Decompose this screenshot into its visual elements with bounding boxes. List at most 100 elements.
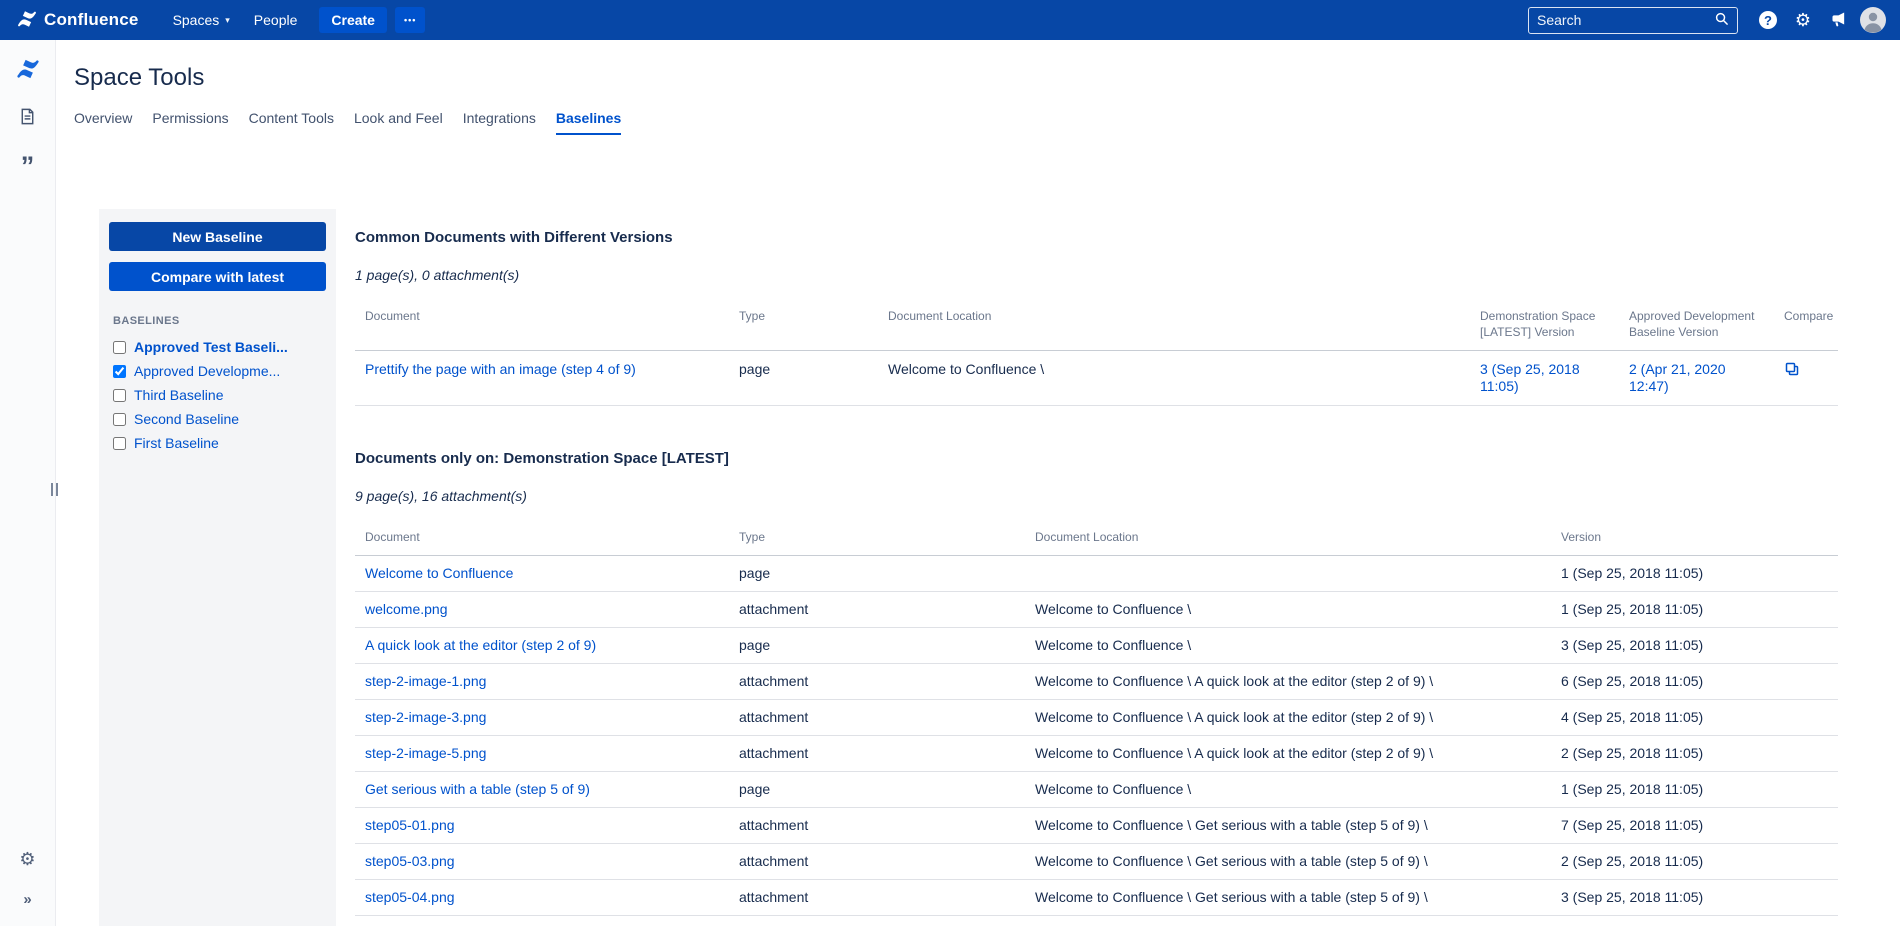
document-link[interactable]: step05-03.png: [365, 853, 455, 869]
version-cell: 2 (Sep 25, 2018 11:05): [1551, 843, 1838, 880]
document-cell: step-2-image-5.png: [355, 735, 729, 772]
baseline-item[interactable]: Third Baseline: [109, 383, 326, 407]
baseline-label[interactable]: Approved Developme...: [134, 363, 280, 379]
document-link[interactable]: Get serious with a table (step 5 of 9): [365, 781, 590, 797]
table-row: step05-03.png attachment Welcome to Conf…: [355, 843, 1838, 880]
only-section-summary: 9 page(s), 16 attachment(s): [355, 488, 527, 504]
more-button[interactable]: •••: [394, 7, 426, 33]
type-cell: attachment: [729, 879, 1025, 916]
tab[interactable]: Overview: [74, 110, 132, 135]
baseline-checkbox[interactable]: [113, 436, 126, 450]
document-cell: A quick look at the editor (step 2 of 9): [355, 627, 729, 664]
latest-version-cell: 3 (Sep 25, 2018 11:05): [1470, 350, 1619, 406]
only-documents-table: Document Type Document Location Version …: [355, 529, 1838, 916]
document-link[interactable]: welcome.png: [365, 601, 448, 617]
document-link[interactable]: step05-01.png: [365, 817, 455, 833]
baseline-checkbox[interactable]: [113, 340, 126, 354]
version-cell: 7 (Sep 25, 2018 11:05): [1551, 807, 1838, 844]
tab[interactable]: Permissions: [152, 110, 228, 135]
baseline-label[interactable]: First Baseline: [134, 435, 219, 451]
search-input[interactable]: [1537, 12, 1714, 28]
type-cell: attachment: [729, 591, 1025, 628]
document-link[interactable]: step-2-image-5.png: [365, 745, 486, 761]
page-title: Space Tools: [74, 64, 205, 91]
document-link[interactable]: Prettify the page with an image (step 4 …: [365, 361, 636, 377]
column-header-type: Type: [729, 529, 1025, 556]
document-link[interactable]: step-2-image-3.png: [365, 709, 486, 725]
location-cell: Welcome to Confluence \ Get serious with…: [1025, 807, 1551, 844]
baseline-checkbox[interactable]: [113, 412, 126, 426]
baseline-label[interactable]: Second Baseline: [134, 411, 239, 427]
search-box[interactable]: [1528, 6, 1738, 34]
document-link[interactable]: step-2-image-1.png: [365, 673, 486, 689]
table-header-row: Document Type Document Location Demonstr…: [355, 308, 1838, 351]
version-cell: 4 (Sep 25, 2018 11:05): [1551, 699, 1838, 736]
type-cell: attachment: [729, 663, 1025, 700]
baselines-panel: New Baseline Compare with latest BASELIN…: [99, 209, 336, 926]
common-documents-section: Common Documents with Different Versions…: [355, 229, 1838, 406]
table-row: Prettify the page with an image (step 4 …: [355, 350, 1838, 406]
confluence-home-link[interactable]: Confluence: [16, 8, 139, 33]
common-section-summary: 1 page(s), 0 attachment(s): [355, 267, 520, 283]
document-cell: step-2-image-1.png: [355, 663, 729, 700]
baseline-checkbox[interactable]: [113, 364, 126, 378]
type-cell: page: [729, 350, 878, 406]
baseline-item[interactable]: First Baseline: [109, 431, 326, 455]
baseline-version-link[interactable]: 2 (Apr 21, 2020 12:47): [1629, 361, 1726, 394]
location-cell: Welcome to Confluence \: [1025, 591, 1551, 628]
compare-with-latest-button[interactable]: Compare with latest: [109, 262, 326, 291]
settings-button[interactable]: ⚙: [1790, 7, 1816, 33]
new-baseline-button[interactable]: New Baseline: [109, 222, 326, 251]
location-cell: [1025, 555, 1551, 592]
column-header-location: Document Location: [1025, 529, 1551, 556]
document-link[interactable]: step05-04.png: [365, 889, 455, 905]
main-content: Space Tools Overview Permissions Content…: [56, 40, 1900, 926]
space-settings-gear-icon[interactable]: ⚙: [13, 844, 43, 874]
help-button[interactable]: ?: [1755, 7, 1781, 33]
nav-people[interactable]: People: [242, 0, 310, 40]
table-row: A quick look at the editor (step 2 of 9)…: [355, 627, 1838, 664]
document-cell: step-2-image-3.png: [355, 699, 729, 736]
baseline-item[interactable]: Approved Developme...: [109, 359, 326, 383]
announcements-button[interactable]: [1825, 7, 1851, 33]
common-documents-table: Document Type Document Location Demonstr…: [355, 308, 1838, 406]
table-row: welcome.png attachment Welcome to Conflu…: [355, 591, 1838, 628]
baseline-label[interactable]: Third Baseline: [134, 387, 224, 403]
document-link[interactable]: Welcome to Confluence: [365, 565, 513, 581]
expand-sidebar-icon[interactable]: »: [13, 884, 43, 914]
sidebar-resize-handle[interactable]: [51, 483, 58, 496]
column-header-document: Document: [355, 308, 729, 351]
location-cell: Welcome to Confluence \: [878, 350, 1470, 406]
compare-copy-icon[interactable]: [1784, 361, 1800, 381]
nav-spaces[interactable]: Spaces ▾: [161, 0, 242, 40]
tab[interactable]: Integrations: [463, 110, 536, 135]
version-cell: 1 (Sep 25, 2018 11:05): [1551, 555, 1838, 592]
document-link[interactable]: A quick look at the editor (step 2 of 9): [365, 637, 596, 653]
version-cell: 2 (Sep 25, 2018 11:05): [1551, 735, 1838, 772]
tab[interactable]: Look and Feel: [354, 110, 443, 135]
location-cell: Welcome to Confluence \: [1025, 627, 1551, 664]
chevron-down-icon: ▾: [225, 14, 230, 25]
baseline-item[interactable]: Second Baseline: [109, 407, 326, 431]
tab[interactable]: Baselines: [555, 110, 622, 135]
baseline-item[interactable]: Approved Test Baseli...: [109, 335, 326, 359]
user-avatar[interactable]: [1860, 7, 1886, 33]
confluence-logo-icon: [16, 8, 38, 33]
baselines-list-heading: BASELINES: [113, 315, 180, 327]
comparison-tables: Common Documents with Different Versions…: [355, 209, 1900, 926]
type-cell: attachment: [729, 699, 1025, 736]
location-cell: Welcome to Confluence \: [1025, 771, 1551, 808]
create-button[interactable]: Create: [319, 7, 387, 33]
space-logo[interactable]: [13, 54, 43, 84]
baseline-label[interactable]: Approved Test Baseli...: [134, 339, 288, 355]
table-row: step-2-image-1.png attachment Welcome to…: [355, 663, 1838, 700]
baseline-checkbox[interactable]: [113, 388, 126, 402]
pages-icon[interactable]: [13, 101, 43, 131]
tab[interactable]: Content Tools: [249, 110, 334, 135]
latest-version-link[interactable]: 3 (Sep 25, 2018 11:05): [1480, 361, 1580, 394]
left-rail: ” ⚙ »: [0, 40, 56, 926]
compare-cell: [1774, 350, 1838, 406]
document-cell: Get serious with a table (step 5 of 9): [355, 771, 729, 808]
location-cell: Welcome to Confluence \ A quick look at …: [1025, 699, 1551, 736]
blog-quote-icon[interactable]: ”: [13, 148, 43, 179]
